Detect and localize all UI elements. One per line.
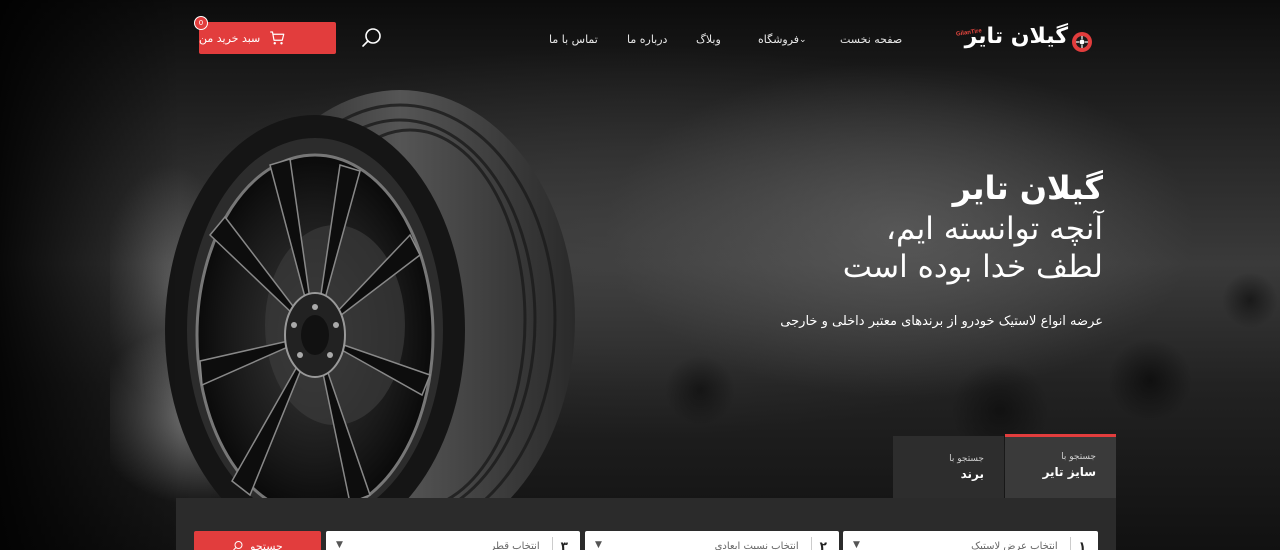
nav-contact[interactable]: تماس با ما <box>549 33 598 46</box>
left-vignette <box>0 0 180 550</box>
aspect-select-step: ۲ <box>819 539 827 550</box>
chevron-down-icon: ▼ <box>853 540 860 550</box>
cart-icon <box>270 31 285 45</box>
tab-search-by-size[interactable]: جستجو با سایز تایر <box>1005 434 1116 498</box>
hero-subtitle: آنچه توانسته ایم، لطف خدا بوده است <box>643 210 1103 286</box>
nav-home[interactable]: صفحه نخست <box>840 33 902 46</box>
hero-title: گیلان تایر <box>952 169 1103 207</box>
nav-shop[interactable]: فروشگاه ⌄ <box>758 33 811 46</box>
hero-description: عرضه انواع لاستیک خودرو از برندهای معتبر… <box>780 314 1103 329</box>
wheel-logo-icon <box>1072 32 1092 52</box>
width-select[interactable]: ۱ انتخاب عرض لاستیک ▼ <box>843 531 1098 550</box>
nav-blog[interactable]: وبلاگ <box>696 33 721 46</box>
search-icon <box>233 541 243 550</box>
chevron-down-icon: ⌄ <box>799 34 807 45</box>
divider <box>551 537 553 550</box>
hero-subtitle-line-2: لطف خدا بوده است <box>842 249 1103 285</box>
site-header: گیلان تایر GilanTire صفحه نخست فروشگاه ⌄… <box>0 0 1280 80</box>
tab-brand-label: برند <box>960 467 984 481</box>
cart-count-badge: 0 <box>194 16 208 30</box>
aspect-select-placeholder: انتخاب نسبت ابعادی <box>714 540 799 550</box>
search-submit-label: جستجو <box>250 539 283 550</box>
tab-brand-small-label: جستجو با <box>949 454 984 464</box>
tab-search-by-brand[interactable]: جستجو با برند <box>893 436 1004 498</box>
aspect-ratio-select[interactable]: ۲ انتخاب نسبت ابعادی ▼ <box>585 531 839 550</box>
search-button[interactable] <box>360 26 384 50</box>
nav-shop-label: فروشگاه <box>758 33 800 46</box>
cart-button[interactable]: سبد خرید من <box>199 22 336 54</box>
search-submit-button[interactable]: جستجو <box>194 531 321 550</box>
hero-subtitle-line-1: آنچه توانسته ایم، <box>886 211 1103 247</box>
width-select-step: ۱ <box>1078 539 1086 550</box>
tab-size-label: سایز تایر <box>1042 465 1096 479</box>
nav-about[interactable]: درباره ما <box>627 33 667 46</box>
chevron-down-icon: ▼ <box>336 540 343 550</box>
divider <box>810 537 812 550</box>
divider <box>1069 537 1071 550</box>
diameter-select[interactable]: ۳ انتخاب قطر ▼ <box>326 531 580 550</box>
cart-label: سبد خرید من <box>199 31 261 45</box>
chevron-down-icon: ▼ <box>595 540 602 550</box>
tire-image <box>110 85 590 550</box>
diameter-select-step: ۳ <box>560 539 568 550</box>
search-icon <box>362 28 381 47</box>
width-select-placeholder: انتخاب عرض لاستیک <box>971 540 1058 550</box>
diameter-select-placeholder: انتخاب قطر <box>490 540 540 550</box>
site-logo[interactable]: گیلان تایر GilanTire <box>950 24 1096 58</box>
tab-size-small-label: جستجو با <box>1061 452 1096 462</box>
